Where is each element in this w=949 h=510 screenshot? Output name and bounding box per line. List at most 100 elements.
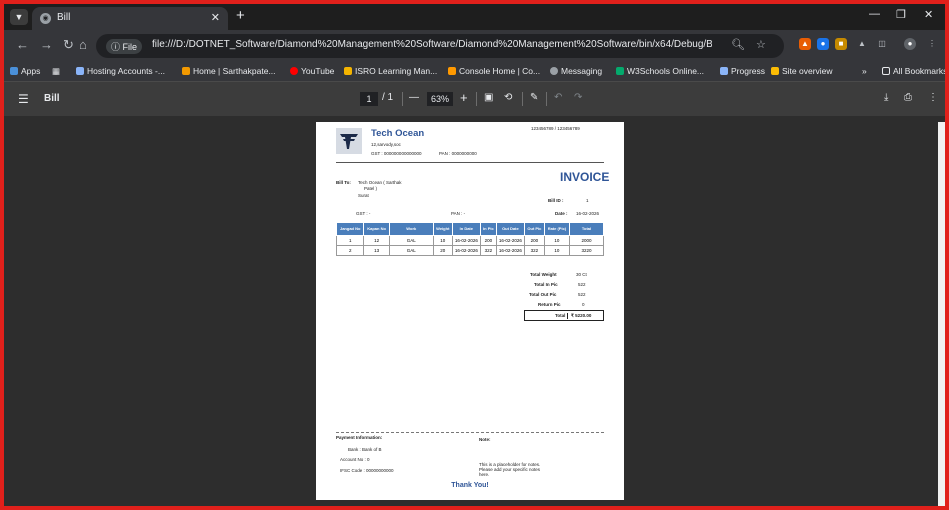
customer-gst: GST : - <box>356 211 371 216</box>
extension-icon[interactable]: ■ <box>835 38 847 50</box>
bill-to-name-line2: Patel ) <box>364 186 378 191</box>
payment-heading: Payment Information: <box>336 435 383 440</box>
window-close-icon[interactable]: ✕ <box>924 8 933 21</box>
undo-icon[interactable]: ↶ <box>554 92 562 103</box>
bill-to-city: Surat <box>358 193 369 198</box>
table-cell: GAL <box>388 235 434 246</box>
table-cell: 2000 <box>569 235 604 246</box>
column-header: In Pic <box>479 222 497 236</box>
rotate-icon[interactable]: ⟲ <box>504 92 512 103</box>
minimize-icon[interactable]: — <box>869 8 880 20</box>
all-bookmarks[interactable]: All Bookmarks <box>882 66 945 76</box>
zoom-input[interactable]: 63% <box>427 92 453 106</box>
reload-icon[interactable]: ↻ <box>63 38 74 52</box>
table-row: 2 13 GAL 20 16-02-2026 322 16-02-2026 32… <box>335 245 604 256</box>
toolbar-divider <box>546 92 547 106</box>
bookmark-hosting[interactable]: Hosting Accounts -... <box>76 66 165 76</box>
header-divider <box>336 162 604 163</box>
tab-title: Bill <box>57 12 71 23</box>
page-number-input[interactable]: 1 <box>360 92 378 106</box>
bookmarks-overflow-button[interactable]: » <box>862 66 867 76</box>
scrollbar[interactable] <box>938 122 945 506</box>
footer-divider <box>336 432 604 433</box>
bookmark-progress[interactable]: Progress <box>720 66 765 76</box>
forward-icon[interactable]: → <box>40 38 53 52</box>
return-pic-label: Return Pic <box>538 302 561 307</box>
tab-search-chevron-icon[interactable]: ▼ <box>10 9 28 25</box>
note-heading: Note: <box>479 437 491 442</box>
close-icon[interactable]: ✕ <box>211 11 220 24</box>
company-address: 12,sarvody,soc <box>371 142 401 147</box>
more-options-icon[interactable]: ⋮ <box>928 92 938 103</box>
zoom-out-button[interactable]: — <box>409 92 419 103</box>
company-pan: PAN : 0000000000 <box>439 151 477 156</box>
grand-total-value: ₹ 5220.00 <box>567 313 591 319</box>
column-header: Out Pic <box>523 222 545 236</box>
bookmark-youtube[interactable]: YouTube <box>290 66 334 76</box>
analytics-icon <box>771 67 779 75</box>
annotate-pen-icon[interactable]: ✎ <box>530 92 538 103</box>
table-cell: 1 <box>335 235 365 246</box>
bookmark-isro[interactable]: ISRO Learning Man... <box>344 66 437 76</box>
column-header: Total <box>569 222 604 236</box>
bookmark-w3schools[interactable]: W3Schools Online... <box>616 66 704 76</box>
table-cell: 10 <box>543 235 571 246</box>
print-icon[interactable]: ⎙ <box>904 92 912 103</box>
extensions-puzzle-icon[interactable]: ◫ <box>876 38 888 50</box>
total-weight-value: 30 Ct <box>576 272 587 277</box>
menu-kebab-icon[interactable]: ⋮ <box>926 38 938 50</box>
bookmark-home[interactable]: Home | Sarthakpate... <box>182 66 276 76</box>
invoice-heading: INVOICE <box>560 170 610 184</box>
w3schools-icon <box>616 67 624 75</box>
download-icon[interactable]: ⤓ <box>884 92 888 103</box>
url-text[interactable]: file:///D:/DOTNET_Software/Diamond%20Man… <box>152 39 712 50</box>
tab-bill[interactable]: ◉ Bill ✕ <box>32 7 228 30</box>
table-header-row: Jangad No Kapan No Work Weight In Date I… <box>335 222 604 236</box>
extension-icon[interactable]: ▲ <box>856 38 868 50</box>
restore-icon[interactable]: ❐ <box>896 8 906 21</box>
bookmark-console[interactable]: Console Home | Co... <box>448 66 540 76</box>
bank-name: Bank : Bank of B <box>348 447 382 452</box>
table-cell: 10 <box>543 245 571 256</box>
table-cell: 3220 <box>569 245 604 256</box>
page-total: / 1 <box>382 92 394 103</box>
new-tab-button[interactable]: + <box>236 7 245 24</box>
extension-icon[interactable]: ● <box>817 38 829 50</box>
fit-page-icon[interactable]: ▣ <box>484 92 493 103</box>
toolbar-divider <box>476 92 477 106</box>
bookmark-site-overview[interactable]: Site overview <box>771 66 833 76</box>
company-logo <box>336 128 362 154</box>
hamburger-menu-icon[interactable]: ☰ <box>18 92 29 106</box>
note-line-3: here. <box>479 472 490 477</box>
items-table: Jangad No Kapan No Work Weight In Date I… <box>335 222 604 256</box>
address-bar[interactable]: ⓘ File file:///D:/DOTNET_Software/Diamon… <box>96 34 784 58</box>
date-label: Date : <box>555 211 568 216</box>
zoom-lens-icon[interactable]: 🔍︎ <box>731 38 745 51</box>
google-apps-icon[interactable]: ▦ <box>52 66 60 77</box>
bill-id-label: Bill ID : <box>548 198 564 203</box>
table-cell: 2 <box>335 245 365 256</box>
table-cell: 20 <box>432 245 453 256</box>
bookmark-star-icon[interactable]: ☆ <box>756 38 766 51</box>
grand-total-box: Total ₹ 5220.00 <box>524 310 604 321</box>
youtube-icon <box>290 67 298 75</box>
table-cell: 16-02-2026 <box>495 235 525 246</box>
account-number: Account No : 0 <box>340 457 370 462</box>
bookmarks-bar: Apps ▦ Hosting Accounts -... Home | Sart… <box>4 62 945 82</box>
home-icon[interactable]: ⌂ <box>79 38 87 52</box>
redo-icon[interactable]: ↷ <box>574 92 582 103</box>
profile-avatar[interactable]: ● <box>904 38 916 50</box>
ifsc-code: IFSC Code : 00000000000 <box>340 468 394 473</box>
zoom-in-button[interactable]: + <box>460 90 468 105</box>
site-info-chip[interactable]: ⓘ File <box>106 39 143 54</box>
table-cell: 12 <box>363 235 390 246</box>
invoice-date: 16-02-2026 <box>576 211 600 216</box>
bookmark-messaging[interactable]: Messaging <box>550 66 602 76</box>
back-icon[interactable]: ← <box>16 38 29 52</box>
column-header: Kapan No <box>363 222 390 236</box>
table-cell: 200 <box>523 235 545 246</box>
table-cell: 200 <box>479 235 497 246</box>
extension-icon[interactable]: ▲ <box>799 38 811 50</box>
table-cell: 322 <box>479 245 497 256</box>
bookmark-apps[interactable]: Apps <box>10 66 40 76</box>
